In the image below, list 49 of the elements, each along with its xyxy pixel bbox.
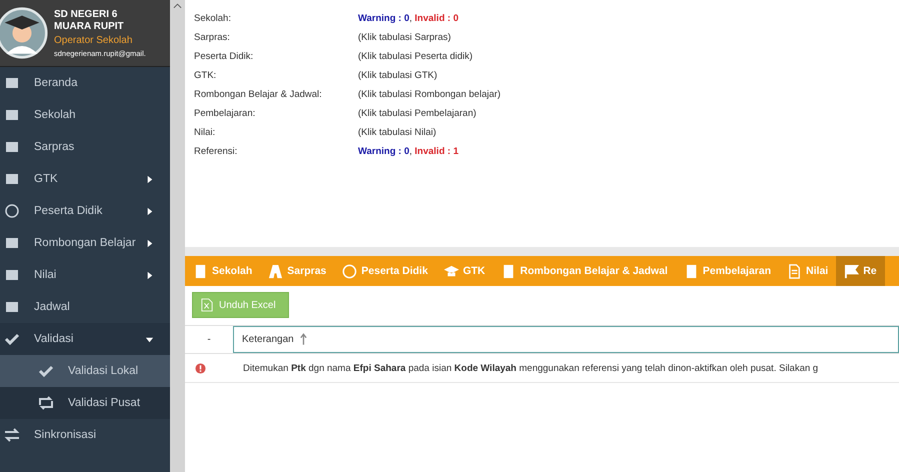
summary-value: (Klik tabulasi Nilai) (358, 127, 436, 138)
school-name: SD NEGERI 6 MUARA RUPIT (54, 8, 125, 32)
sidebar-subitem[interactable]: Validasi Pusat (0, 387, 170, 419)
summary-value: (Klik tabulasi Pembelajaran) (358, 108, 476, 119)
check-icon (4, 331, 20, 347)
excel-file-icon (201, 298, 213, 312)
summary-label: Sarpras: (194, 32, 231, 43)
scrollbar[interactable] (170, 0, 185, 472)
sidebar-item[interactable]: Jadwal (0, 291, 170, 323)
user-role: Operator Sekolah (54, 34, 134, 46)
summary-value: Warning : 0, Invalid : 1 (358, 146, 458, 157)
swap-arrows-icon (4, 427, 20, 443)
document-icon (787, 264, 802, 278)
caret-icon (145, 238, 154, 248)
sidebar-subitem[interactable]: Validasi Lokal (0, 355, 170, 387)
error-icon (194, 362, 206, 374)
table-cell: Ditemukan Ptk dgn nama Efpi Sahara pada isian Kode Wilayah menggunakan referensi yang telah dinon-aktifkan oleh pusat. Silakan g (243, 362, 818, 374)
caret-icon (145, 270, 154, 280)
caret-icon (145, 334, 154, 344)
flag-icon (844, 264, 860, 278)
sidebar-item[interactable]: Sekolah (0, 99, 170, 131)
sidebar-item[interactable]: Validasi (0, 323, 170, 355)
sidebar-item[interactable]: Beranda (0, 67, 170, 99)
caret-icon (145, 174, 154, 184)
summary-value: Warning : 0, Invalid : 0 (358, 13, 458, 24)
scroll-up-icon[interactable] (173, 3, 182, 9)
column-header[interactable]: - (185, 326, 233, 353)
summary-value: (Klik tabulasi Sarpras) (358, 32, 451, 43)
sidebar-item[interactable]: Nilai (0, 259, 170, 291)
sidebar-item[interactable]: GTK (0, 163, 170, 195)
summary-label: Peserta Didik: (194, 51, 254, 62)
caret-icon (145, 206, 154, 216)
summary-value: (Klik tabulasi GTK) (358, 70, 438, 81)
sidebar-item[interactable]: Sarpras (0, 131, 170, 163)
summary-label: Referensi: (194, 146, 238, 157)
sidebar-item[interactable]: Peserta Didik (0, 195, 170, 227)
retweet-icon (38, 395, 54, 411)
sort-arrow-icon (300, 333, 307, 346)
column-header[interactable]: Keterangan (233, 326, 899, 353)
summary-label: Sekolah: (194, 13, 232, 24)
summary-label: Rombongan Belajar & Jadwal: (194, 89, 323, 100)
check-icon (38, 363, 54, 379)
summary-value: (Klik tabulasi Peserta didik) (358, 51, 473, 62)
summary-label: GTK: (194, 70, 218, 81)
sidebar-item[interactable]: Rombongan Belajar (0, 227, 170, 259)
sidebar-item[interactable]: Sinkronisasi (0, 419, 170, 451)
summary-value: (Klik tabulasi Rombongan belajar) (358, 89, 501, 100)
summary-label: Pembelajaran: (194, 108, 256, 119)
summary-label: Nilai: (194, 127, 216, 138)
